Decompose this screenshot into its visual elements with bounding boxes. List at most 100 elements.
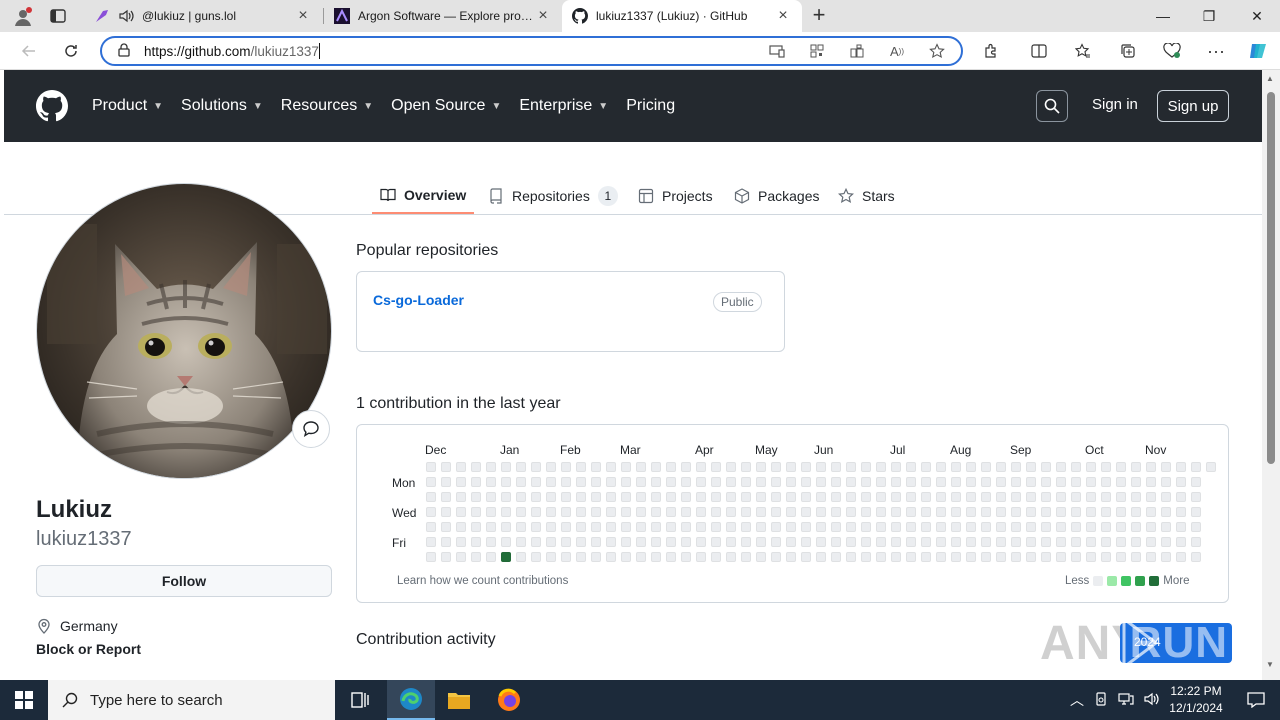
nav-pricing[interactable]: Pricing [626, 97, 675, 115]
contribution-day[interactable] [1101, 522, 1111, 532]
contribution-day[interactable] [606, 462, 616, 472]
contribution-day[interactable] [801, 477, 811, 487]
contribution-day[interactable] [846, 507, 856, 517]
contribution-day[interactable] [621, 522, 631, 532]
tab-stars[interactable]: Stars [830, 178, 903, 214]
contribution-day[interactable] [831, 552, 841, 562]
contribution-day[interactable] [1176, 552, 1186, 562]
taskbar-search[interactable]: Type here to search [48, 680, 335, 720]
taskbar-firefox[interactable] [485, 680, 533, 720]
contribution-day[interactable] [1161, 522, 1171, 532]
contribution-day[interactable] [1116, 522, 1126, 532]
contribution-day[interactable] [456, 522, 466, 532]
contribution-day[interactable] [801, 552, 811, 562]
contribution-day[interactable] [501, 462, 511, 472]
contribution-day[interactable] [951, 507, 961, 517]
contribution-day[interactable] [591, 507, 601, 517]
contribution-day[interactable] [636, 507, 646, 517]
contribution-day[interactable] [951, 492, 961, 502]
contribution-day[interactable] [861, 477, 871, 487]
contribution-day[interactable] [906, 552, 916, 562]
contribution-day[interactable] [771, 552, 781, 562]
contribution-day[interactable] [936, 537, 946, 547]
contribution-day[interactable] [996, 537, 1006, 547]
contribution-day[interactable] [1071, 537, 1081, 547]
contribution-day[interactable] [1056, 492, 1066, 502]
contribution-day[interactable] [486, 477, 496, 487]
contribution-day[interactable] [741, 462, 751, 472]
contribution-day[interactable] [891, 552, 901, 562]
contribution-day[interactable] [561, 507, 571, 517]
tab-packages[interactable]: Packages [726, 178, 827, 214]
contribution-day[interactable] [831, 462, 841, 472]
contribution-day[interactable] [741, 552, 751, 562]
contribution-day[interactable] [1011, 522, 1021, 532]
contribution-day[interactable] [636, 552, 646, 562]
contribution-day[interactable] [996, 522, 1006, 532]
contribution-day[interactable] [756, 522, 766, 532]
tab-projects[interactable]: Projects [630, 178, 721, 214]
contribution-day[interactable] [471, 507, 481, 517]
contribution-day[interactable] [726, 507, 736, 517]
contribution-day[interactable] [966, 462, 976, 472]
contribution-day[interactable] [651, 462, 661, 472]
contribution-day[interactable] [1161, 537, 1171, 547]
contribution-day[interactable] [846, 492, 856, 502]
contribution-day[interactable] [1176, 492, 1186, 502]
contribution-day[interactable] [921, 477, 931, 487]
contribution-day[interactable] [951, 522, 961, 532]
contribution-day[interactable] [591, 492, 601, 502]
contribution-day[interactable] [831, 477, 841, 487]
contribution-day[interactable] [441, 552, 451, 562]
contribution-day[interactable] [426, 492, 436, 502]
contribution-day[interactable] [1191, 522, 1201, 532]
contribution-day[interactable] [786, 537, 796, 547]
contribution-day[interactable] [636, 462, 646, 472]
contribution-day[interactable] [711, 462, 721, 472]
contribution-day[interactable] [606, 537, 616, 547]
contribution-day[interactable] [1176, 477, 1186, 487]
contribution-day[interactable] [606, 522, 616, 532]
contribution-day[interactable] [1041, 522, 1051, 532]
contribution-day[interactable] [876, 507, 886, 517]
contribution-day[interactable] [1191, 552, 1201, 562]
notifications-button[interactable] [1232, 680, 1280, 720]
contribution-day[interactable] [891, 477, 901, 487]
contribution-day[interactable] [921, 462, 931, 472]
contribution-day[interactable] [966, 477, 976, 487]
contribution-day[interactable] [456, 492, 466, 502]
contribution-day[interactable] [861, 522, 871, 532]
browser-tab-guns[interactable]: @lukiuz | guns.lol × [84, 0, 322, 32]
nav-resources[interactable]: Resources ▼ [281, 97, 373, 115]
sign-in-link[interactable]: Sign in [1092, 96, 1138, 113]
contribution-day[interactable] [1101, 462, 1111, 472]
contribution-day[interactable] [1146, 522, 1156, 532]
contribution-day[interactable] [621, 492, 631, 502]
contribution-day[interactable] [471, 522, 481, 532]
contribution-day[interactable] [1191, 462, 1201, 472]
contribution-day[interactable] [936, 477, 946, 487]
contribution-day[interactable] [1041, 552, 1051, 562]
contribution-day[interactable] [1086, 507, 1096, 517]
contribution-day[interactable] [681, 522, 691, 532]
contribution-day[interactable] [981, 477, 991, 487]
contribution-day[interactable] [756, 462, 766, 472]
contribution-day[interactable] [711, 507, 721, 517]
contribution-day[interactable] [831, 522, 841, 532]
contribution-day[interactable] [726, 462, 736, 472]
contribution-day[interactable] [921, 522, 931, 532]
contribution-day[interactable] [696, 552, 706, 562]
contribution-day[interactable] [606, 552, 616, 562]
contribution-day[interactable] [561, 477, 571, 487]
contribution-day[interactable] [861, 537, 871, 547]
contribution-day[interactable] [561, 492, 571, 502]
contribution-day[interactable] [906, 522, 916, 532]
contribution-day[interactable] [666, 477, 676, 487]
contribution-day[interactable] [816, 462, 826, 472]
chevron-up-icon[interactable]: ︿ [1070, 690, 1084, 710]
start-button[interactable] [0, 680, 48, 720]
contribution-day[interactable] [696, 522, 706, 532]
contribution-day[interactable] [876, 462, 886, 472]
contribution-day[interactable] [981, 537, 991, 547]
contribution-day[interactable] [546, 492, 556, 502]
